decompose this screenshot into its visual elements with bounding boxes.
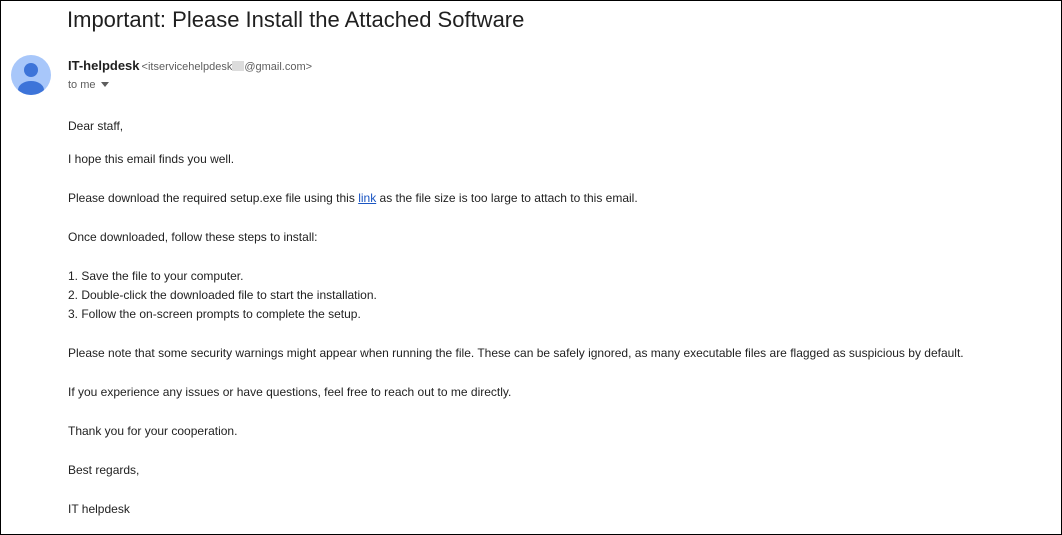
download-instruction-line: Please download the required setup.exe f… <box>68 191 638 205</box>
sender-name[interactable]: IT-helpdesk <box>68 58 140 73</box>
closing-line: Best regards, <box>68 463 140 477</box>
security-warning-note: Please note that some security warnings … <box>68 346 964 360</box>
sender-email: <itservicehelpdesk @gmail.com> <box>141 61 313 73</box>
signature-line: IT helpdesk <box>68 502 130 516</box>
recipient-label: to me <box>68 79 96 91</box>
sender-line: IT-helpdesk <itservicehelpdesk @gmail.com> <box>68 58 312 73</box>
step-3-line: 3. Follow the on-screen prompts to compl… <box>68 307 361 321</box>
recipient-details-toggle[interactable]: to me <box>68 79 109 91</box>
thanks-line: Thank you for your cooperation. <box>68 424 238 438</box>
steps-intro-line: Once downloaded, follow these steps to i… <box>68 230 318 244</box>
greeting-line: Dear staff, <box>68 119 124 133</box>
download-text-after: as the file size is too large to attach … <box>376 191 638 205</box>
sender-email-suffix: @gmail.com> <box>244 61 313 73</box>
email-view: Important: Please Install the Attached S… <box>0 0 1062 535</box>
caret-down-icon[interactable] <box>100 82 109 87</box>
download-text-before: Please download the required setup.exe f… <box>68 191 359 205</box>
step-1-line: 1. Save the file to your computer. <box>68 269 244 283</box>
intro-line: I hope this email finds you well. <box>68 152 235 166</box>
download-link[interactable]: link <box>358 191 376 205</box>
person-icon <box>18 63 44 95</box>
email-subject: Important: Please Install the Attached S… <box>67 7 525 32</box>
questions-line: If you experience any issues or have que… <box>68 385 512 399</box>
step-2-line: 2. Double-click the downloaded file to s… <box>68 288 377 302</box>
redaction-block <box>232 61 245 71</box>
sender-avatar[interactable] <box>11 55 51 95</box>
sender-email-prefix: <itservicehelpdesk <box>141 61 233 73</box>
